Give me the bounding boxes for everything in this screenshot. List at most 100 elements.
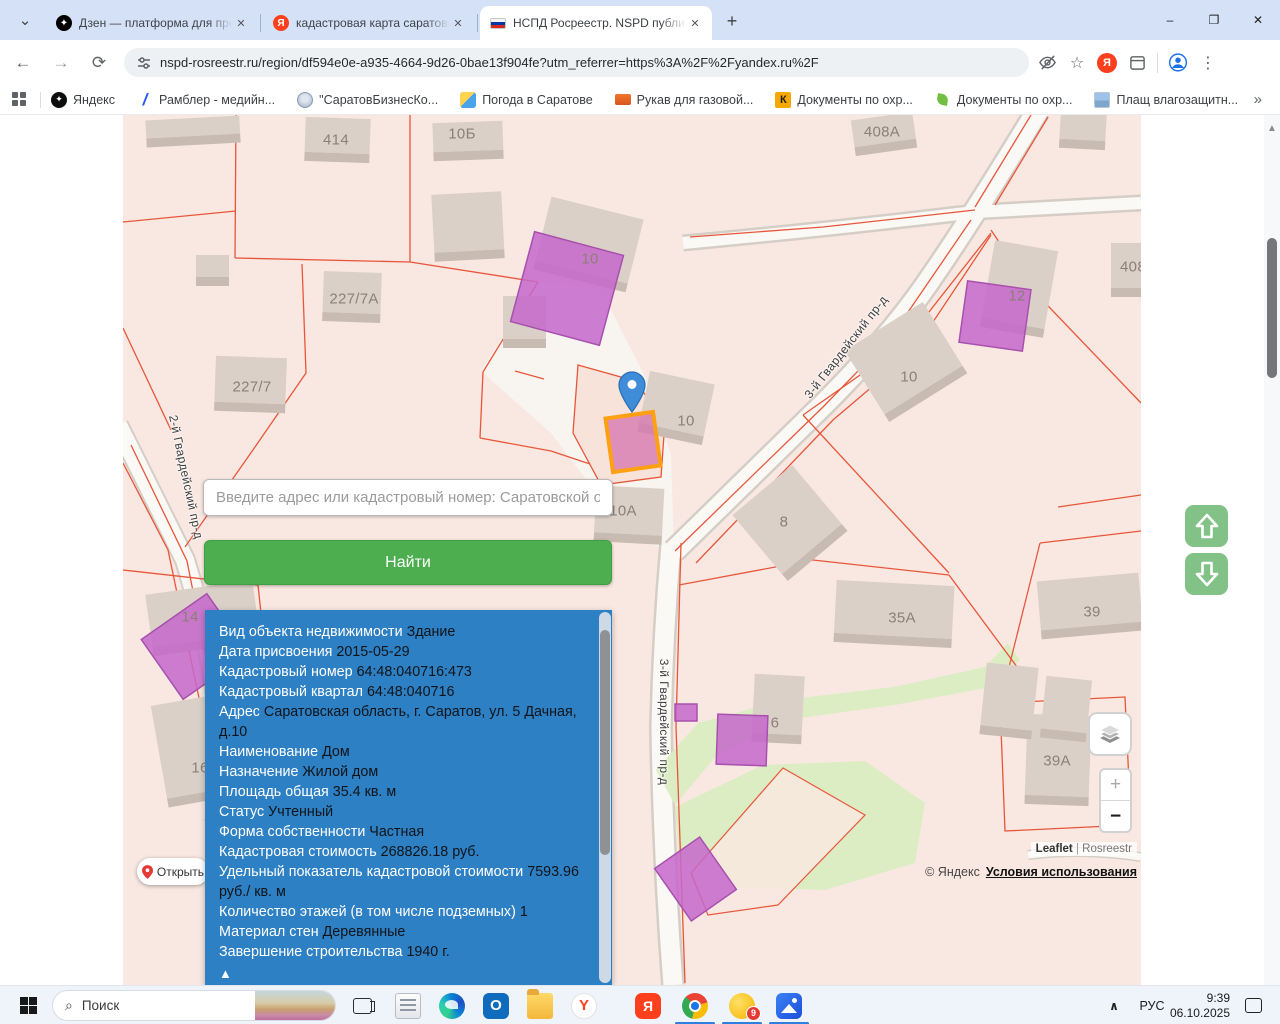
taskbar-app-photos[interactable] [769,986,809,1024]
windows-logo-icon [19,997,37,1014]
tray-expand-button[interactable]: ∧ [1100,986,1128,1024]
search-input[interactable] [203,479,613,516]
zoom-in-button[interactable]: + [1101,770,1130,801]
zoom-out-button[interactable]: − [1101,801,1130,831]
profile-avatar-icon[interactable] [1168,53,1188,73]
tab-close-icon[interactable]: ✕ [449,14,467,32]
parcel-label: 10 [900,368,918,386]
taskbar-app-notifications[interactable]: 9 [722,986,762,1024]
search-highlight-image[interactable] [255,991,335,1020]
info-row: Материал стен Деревянные [219,924,406,940]
taskbar-app-yandex-browser[interactable] [564,986,604,1024]
browser-tab[interactable]: кадастровая карта саратова пу✕ [263,6,475,40]
tray-clock[interactable]: 9:39 06.10.2025 [1168,986,1230,1024]
taskbar-app-yandex[interactable] [628,986,668,1024]
extension-icon[interactable] [1127,53,1147,73]
parcel-label: 39A [1043,752,1071,770]
new-tab-button[interactable]: + [718,7,746,35]
scrollbar-thumb[interactable] [1267,238,1277,378]
forward-button[interactable]: → [46,48,76,78]
tab-divider [260,14,261,32]
parcel-label: 6 [770,714,780,732]
close-button[interactable]: ✕ [1236,0,1280,40]
taskbar-search[interactable]: ⌕ Поиск [52,990,336,1021]
leaflet-attribution: Leaflet | Rosreestr [1030,842,1137,856]
open-button-label: Открыть [156,864,205,879]
info-rows: Вид объекта недвижимости Здание Дата прис… [205,610,612,966]
notification-badge: 9 [746,1005,761,1021]
taskbar-app-chrome[interactable] [675,986,715,1024]
bookmark-item[interactable]: Плащ влагозащитн... [1094,91,1238,108]
info-row: Площадь общая 35.4 кв. м [219,784,397,800]
site-settings-icon[interactable] [136,55,152,71]
browser-tab[interactable]: Дзен — платформа для просм✕ [46,6,258,40]
bookmarks-list: Яндекс Рамблер - медийн... "СаратовБизнесК… [51,91,1246,108]
tab-close-icon[interactable]: ✕ [232,14,250,32]
red-pin-icon [141,864,153,879]
edge-icon [439,992,465,1019]
address-bar[interactable]: nspd-rosreestr.ru/region/df594e0e-a935-4… [124,48,1029,77]
tray-time: 9:39 [1206,990,1230,1005]
pan-up-button[interactable] [1185,505,1228,547]
bookmarks-overflow-icon[interactable]: » [1254,91,1262,108]
street-label: 3-й Гвардейский пр-д [801,292,891,402]
tab-search-button[interactable]: ⌄ [8,4,42,36]
bookmark-item[interactable]: Рамблер - медийн... [137,92,275,108]
tab-close-icon[interactable]: ✕ [686,14,704,32]
apps-grid-icon[interactable] [12,91,28,108]
back-button[interactable]: ← [8,48,38,78]
tab-title: НСПД Росреестр. NSPD публи [513,16,685,30]
leaflet-link[interactable]: Leaflet [1036,843,1073,855]
info-row: Форма собственности Частная [219,824,425,840]
yandex-extension-icon[interactable]: Я [1097,52,1117,73]
bookmark-label: Яндекс [73,92,116,107]
up-arrow-icon [1195,513,1218,539]
parcel-label: 10 [581,250,599,268]
page-scrollbar[interactable]: ▲ [1264,115,1280,985]
taskbar-app-outlook[interactable] [476,986,516,1024]
tray-language[interactable]: РУС [1132,986,1172,1024]
scrollbar-up-arrow[interactable]: ▲ [1267,123,1277,134]
find-button[interactable]: Найти [204,540,612,585]
bookmark-star-icon[interactable]: ☆ [1067,53,1087,73]
menu-icon[interactable]: ⋮ [1198,53,1218,73]
task-view-icon [352,997,375,1014]
chrome-icon [682,992,708,1019]
pan-down-button[interactable] [1185,553,1228,595]
parcel-label: 10Б [448,125,476,143]
restore-button[interactable]: ❐ [1192,0,1236,40]
reload-button[interactable]: ⟳ [84,48,114,78]
layers-control[interactable] [1088,712,1132,756]
tab-divider [477,14,478,32]
parcel-label: 39 [1083,603,1101,621]
bookmark-item[interactable]: Документы по охр... [775,91,913,108]
provider-link[interactable]: Rosreestr [1082,843,1132,855]
taskbar-app-explorer[interactable] [520,986,560,1024]
panel-scrollbar[interactable] [599,612,611,983]
panel-scrollbar-thumb[interactable] [600,630,610,855]
bookmarks-bar: Яндекс Рамблер - медийн... "СаратовБизнесК… [0,85,1280,115]
notification-center-button[interactable] [1238,986,1268,1024]
task-view-button[interactable] [345,986,379,1024]
browser-tab[interactable]: НСПД Росреестр. NSPD публи ✕ [480,6,712,40]
bookmark-item[interactable]: Яндекс [51,91,116,108]
terms-link[interactable]: Условия использования [986,865,1137,879]
rambler-icon [137,92,153,108]
bookmark-item[interactable]: Документы по охр... [934,91,1072,108]
taskbar-app-document[interactable] [388,986,428,1024]
minimize-button[interactable]: – [1148,0,1192,40]
document-app-icon [395,992,421,1019]
privacy-eye-off-icon[interactable] [1037,53,1057,73]
parcel-label: 12 [1008,287,1026,305]
outlook-icon [483,992,509,1019]
bookmark-item[interactable]: "СаратовБизнесКо... [297,91,439,108]
bookmark-item[interactable]: Рукав для газовой... [614,93,753,107]
panel-scroll-up-icon[interactable]: ▲ [219,966,232,981]
taskbar-app-edge[interactable] [432,986,472,1024]
bookmark-label: "СаратовБизнесКо... [319,92,439,107]
tab-title: кадастровая карта саратова пу [296,16,449,30]
start-button[interactable] [8,986,48,1024]
info-row: Кадастровый номер 64:48:040716:473 [219,664,472,680]
bookmark-item[interactable]: Погода в Саратове [460,91,593,108]
open-button[interactable]: Открыть [137,858,209,885]
